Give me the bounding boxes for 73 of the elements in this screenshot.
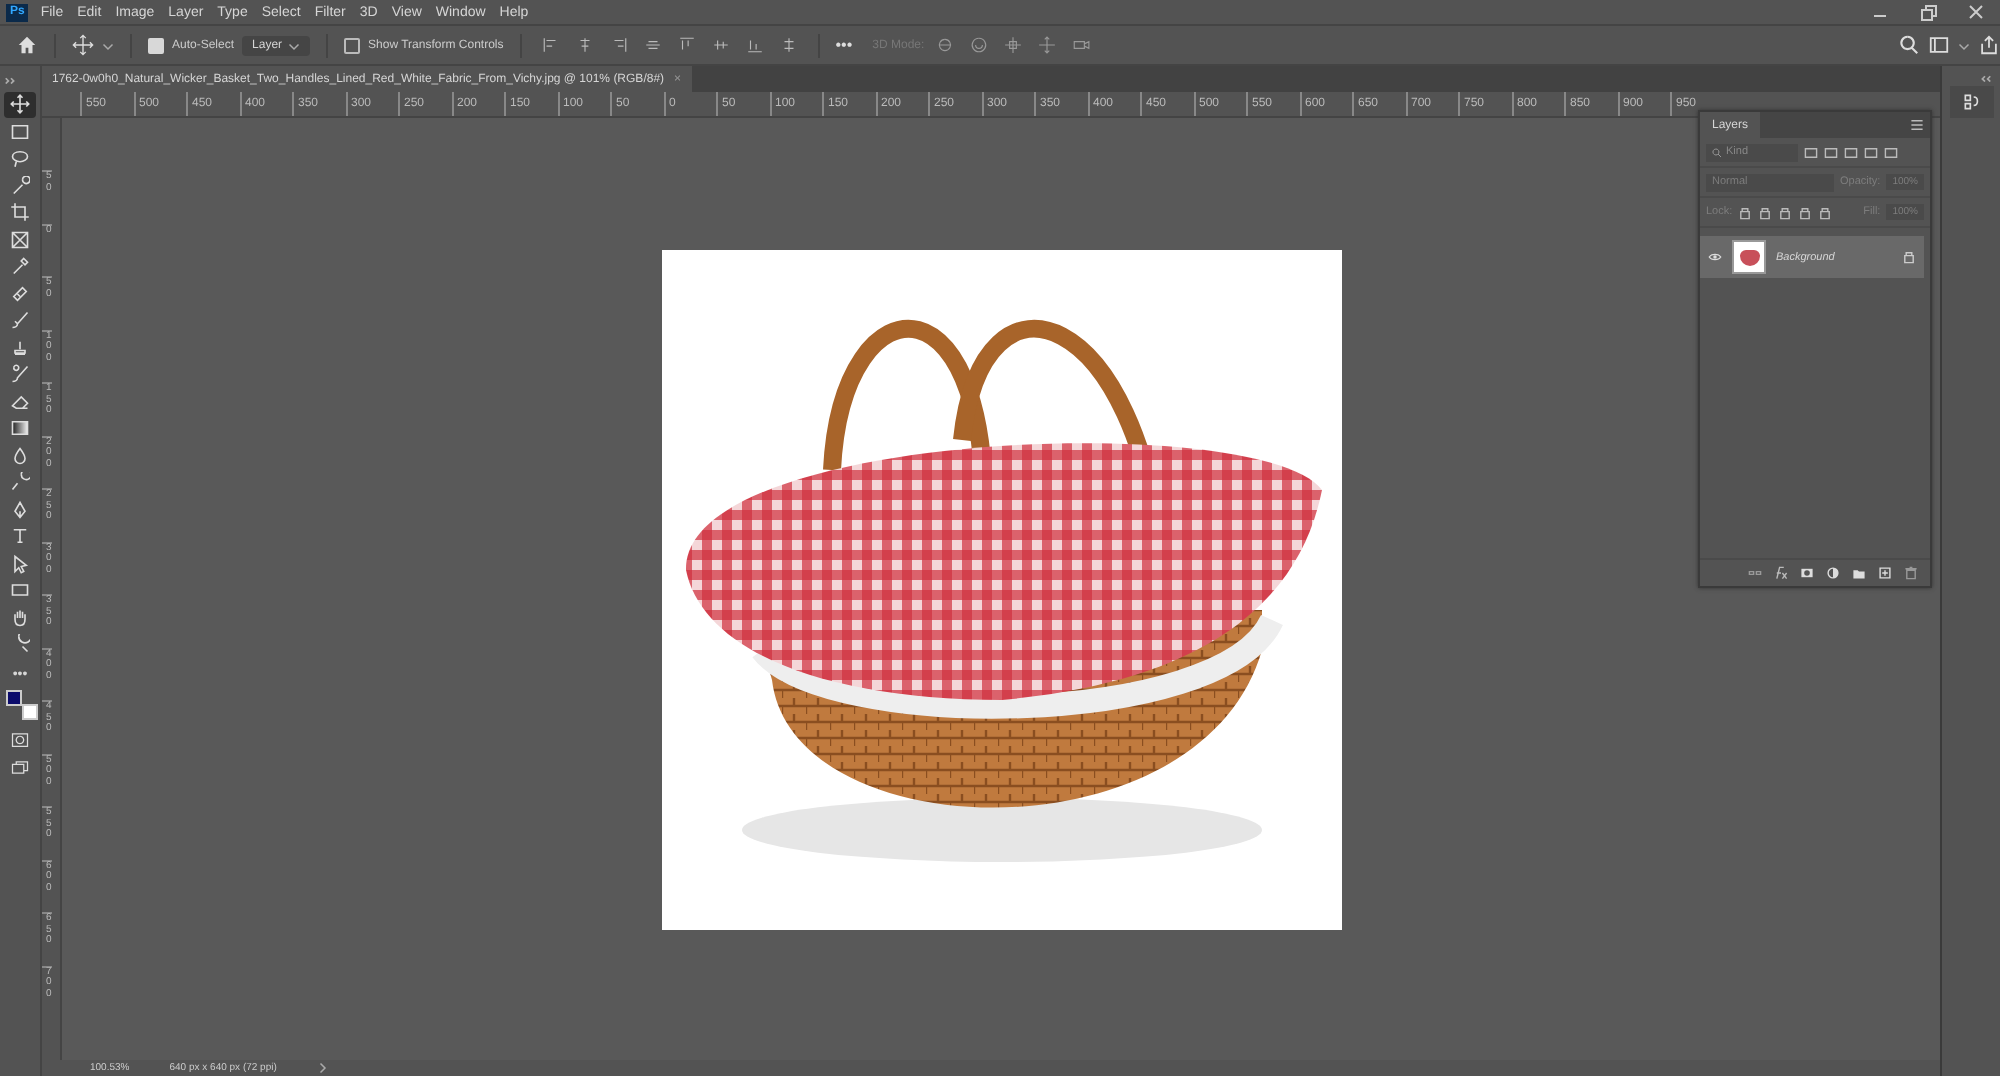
panel-icon[interactable] [1961,92,1981,112]
search-icon[interactable] [1898,34,1920,56]
align-icon[interactable] [541,36,560,54]
align-icon[interactable] [677,36,696,54]
transform-controls-checkbox[interactable] [344,37,361,53]
foreground-color-swatch[interactable] [6,689,22,705]
mask-icon[interactable] [1800,566,1814,580]
quick-mask-icon[interactable] [10,729,30,749]
layer-thumbnail [1732,240,1766,274]
search-icon [1712,147,1722,157]
lock-option-icon[interactable] [1798,205,1813,219]
lock-option-icon[interactable] [1778,205,1793,219]
lasso-tool-icon[interactable] [10,148,30,169]
3d-control-icon[interactable] [1038,36,1057,54]
brush-tool-icon[interactable] [10,310,30,331]
align-icon[interactable] [609,36,628,54]
menu-icon[interactable] [1910,118,1924,132]
workspace-icon[interactable] [1928,34,1950,56]
marquee-tool-icon[interactable] [10,121,30,142]
type-tool-icon[interactable] [10,526,30,547]
gradient-tool-icon[interactable] [10,418,30,439]
panel-button[interactable] [1949,86,1993,118]
3d-control-icon[interactable] [970,36,989,54]
restore-icon[interactable] [1918,2,1938,22]
share-icon[interactable] [1978,34,2000,56]
3d-control-icon[interactable] [936,36,955,54]
link-icon[interactable] [1748,566,1762,580]
lock-option-icon[interactable] [1818,205,1833,219]
caret-icon[interactable] [288,39,301,51]
lock-option-icon[interactable] [1738,205,1753,219]
rectangle-tool-icon[interactable] [10,580,30,601]
move-tool-icon[interactable] [10,94,30,115]
quick-select-tool-icon[interactable] [10,175,30,196]
tool-button[interactable] [4,92,36,117]
history-brush-tool-icon[interactable] [10,364,30,385]
more-options-button[interactable]: ••• [835,36,853,54]
align-icon[interactable] [643,36,662,54]
align-icon[interactable] [779,36,798,54]
caret-icon[interactable] [102,39,114,51]
eraser-tool-icon[interactable] [10,391,30,412]
eyedropper-tool-icon[interactable] [10,256,30,277]
collapse-icon[interactable] [1978,74,1992,82]
home-icon[interactable] [16,34,38,56]
hand-tool-icon[interactable] [10,607,30,628]
folder-icon[interactable] [1852,566,1866,580]
move-tool-icon[interactable] [72,34,94,56]
screen-mode-icon[interactable] [10,757,30,777]
effects-icon[interactable] [1774,566,1788,580]
auto-select-checkbox[interactable] [148,37,164,53]
dodge-tool-icon[interactable] [10,472,30,493]
new-layer-icon[interactable] [1878,566,1892,580]
adjustment-icon[interactable] [1826,566,1840,580]
path-select-tool-icon[interactable] [10,553,30,574]
caret-icon[interactable] [1958,39,1970,51]
caret-icon[interactable] [316,1062,329,1074]
align-icon[interactable] [745,36,764,54]
trash-icon[interactable] [1904,566,1918,580]
collapse-icon[interactable] [4,75,18,83]
blur-tool-icon[interactable] [10,445,30,466]
background-color-swatch[interactable] [22,703,38,719]
crop-tool-icon[interactable] [10,202,30,223]
3d-control-icon[interactable] [1004,36,1023,54]
stamp-tool-icon[interactable] [10,337,30,358]
frame-tool-icon[interactable] [10,229,30,250]
lock-icon[interactable] [1902,250,1916,264]
align-icon[interactable] [575,36,594,54]
close-icon[interactable] [1966,2,1986,22]
healing-tool-icon[interactable] [10,283,30,304]
3d-control-icon[interactable] [1072,36,1091,54]
align-icon[interactable] [711,36,730,54]
pen-tool-icon[interactable] [10,499,30,520]
visibility-eye-icon[interactable] [1708,252,1722,262]
lock-option-icon[interactable] [1758,205,1773,219]
